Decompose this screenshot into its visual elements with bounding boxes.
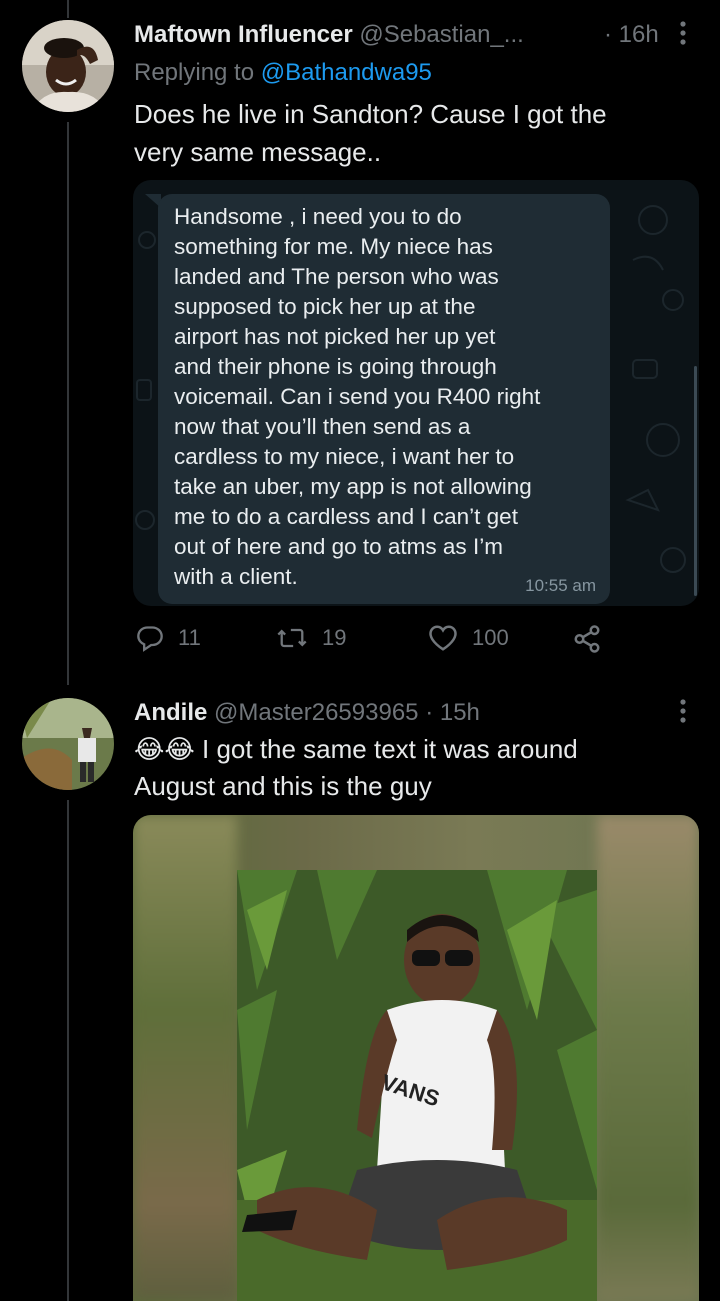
msg-line: cardless to my niece, i want her to [174,444,515,469]
reply-button[interactable]: 11 [136,624,201,652]
reply-icon [137,626,163,652]
more-icon[interactable] [678,698,688,728]
tweet1-time[interactable]: · 16h [604,21,659,49]
msg-line: landed and The person who was [174,264,499,289]
scrollbar-thumb [694,366,697,596]
display-name[interactable]: Andile [134,699,207,726]
msg-line: airport has not picked her up yet [174,324,496,349]
tweet1-action-bar: 11 19 100 [0,624,720,660]
avatar-tweet2[interactable] [22,698,114,790]
avatar-image [22,698,114,790]
retweet-button[interactable]: 19 [276,624,346,652]
photo-image: VANS [237,870,597,1301]
handle[interactable]: @Sebastian_... [359,21,523,48]
share-button[interactable] [572,624,602,654]
like-button[interactable]: 100 [428,624,509,652]
msg-line: me to do a cardless and I can’t get [174,504,518,529]
replying-to: Replying to @Bathandwa95 [134,59,432,87]
thread-line-1 [67,122,69,685]
msg-line: now that you’ll then send as a [174,414,471,439]
msg-line: Handsome , i need you to do [174,204,462,229]
tweet1-media[interactable]: Handsome , i need you to do something fo… [133,180,699,606]
thread-line-2 [67,800,69,1301]
blurred-edge-right [597,815,699,1301]
tweet2-text-line-2: August and this is the guy [134,771,432,801]
more-icon[interactable] [678,20,688,50]
tweet1-text-line-1: Does he live in Sandton? Cause I got the [134,99,607,129]
photo: VANS [237,870,597,1301]
tweet2-time[interactable]: · 15h [425,699,480,726]
display-name[interactable]: Maftown Influencer [134,21,353,48]
msg-line: and their phone is going through [174,354,497,379]
thread-line-top [67,0,69,18]
retweet-count: 19 [322,625,347,650]
avatar-image [22,20,114,112]
msg-line: with a client. [174,564,298,589]
tweet1-text-line-2: very same message.. [134,137,382,167]
tweet2-media[interactable]: VANS [133,815,699,1301]
msg-line: take an uber, my app is not allowing [174,474,532,499]
msg-line: voicemail. Can i send you R400 right [174,384,541,409]
replying-prefix: Replying to [134,59,255,86]
replying-handle-link[interactable]: @Bathandwa95 [261,59,432,86]
avatar-tweet1[interactable] [22,20,114,112]
blurred-edge-left [133,815,237,1301]
message-time: 10:55 am [525,576,596,595]
reply-count: 11 [178,625,201,650]
tweet1-header: Maftown Influencer @Sebastian_... [134,21,524,49]
share-icon [574,625,600,653]
msg-line: something for me. My niece has [174,234,493,259]
msg-line: out of here and go to atms as I’m [174,534,503,559]
retweet-icon [277,628,307,648]
tweet2-text-line-1: 😂😂 I got the same text it was around [134,734,578,765]
tweet2-header: Andile @Master26593965 · 15h [134,699,480,727]
handle[interactable]: @Master26593965 [214,699,419,726]
like-icon [429,625,457,651]
like-count: 100 [472,625,509,650]
message-bubble: Handsome , i need you to do something fo… [158,194,610,604]
msg-line: supposed to pick her up at the [174,294,476,319]
laughing-emoji: 😂😂 [134,734,195,764]
tweet2-text: I got the same text it was around [202,734,578,764]
